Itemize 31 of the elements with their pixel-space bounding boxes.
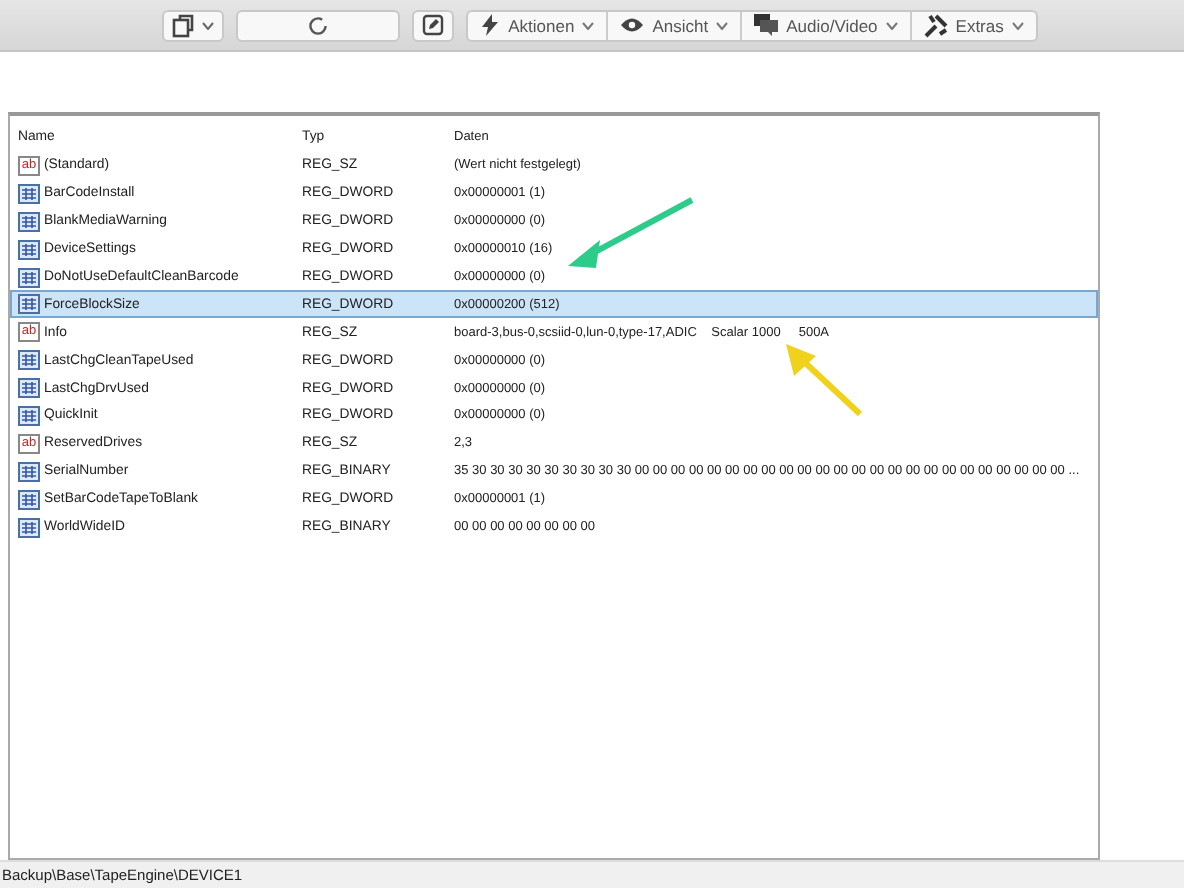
caret-icon <box>1011 21 1024 29</box>
edit-icon <box>422 14 445 36</box>
binary-value-icon <box>18 239 40 260</box>
loading-field[interactable] <box>236 9 401 41</box>
menu-button[interactable]: Extras <box>911 11 1036 39</box>
caret-icon <box>716 21 729 29</box>
binary-value-icon <box>18 267 40 287</box>
lightning-icon <box>480 14 501 36</box>
menu-button[interactable]: Audio/Video <box>742 11 912 39</box>
caret-icon <box>885 21 898 29</box>
binary-value-icon <box>18 517 40 538</box>
binary-value-icon <box>18 489 40 510</box>
binary-value-icon <box>18 461 40 482</box>
binary-value-icon <box>18 405 40 426</box>
binary-value-icon <box>18 350 40 371</box>
chat-icon <box>754 14 779 36</box>
spinner-icon <box>308 15 329 35</box>
binary-value-icon <box>18 378 40 399</box>
copy-button[interactable] <box>162 9 225 41</box>
binary-value-icon <box>18 211 40 232</box>
caret-icon <box>582 21 595 29</box>
binary-value-icon <box>18 294 40 315</box>
binary-value-icon <box>18 183 40 204</box>
menu-button[interactable]: Aktionen <box>468 11 609 39</box>
menu-button[interactable]: Ansicht <box>608 11 743 39</box>
edit-button[interactable] <box>412 9 455 41</box>
tools-icon <box>923 13 948 37</box>
eye-icon <box>620 16 645 34</box>
caret-icon <box>202 21 215 29</box>
copy-icon <box>172 13 197 37</box>
arrow-drawing <box>780 340 868 420</box>
